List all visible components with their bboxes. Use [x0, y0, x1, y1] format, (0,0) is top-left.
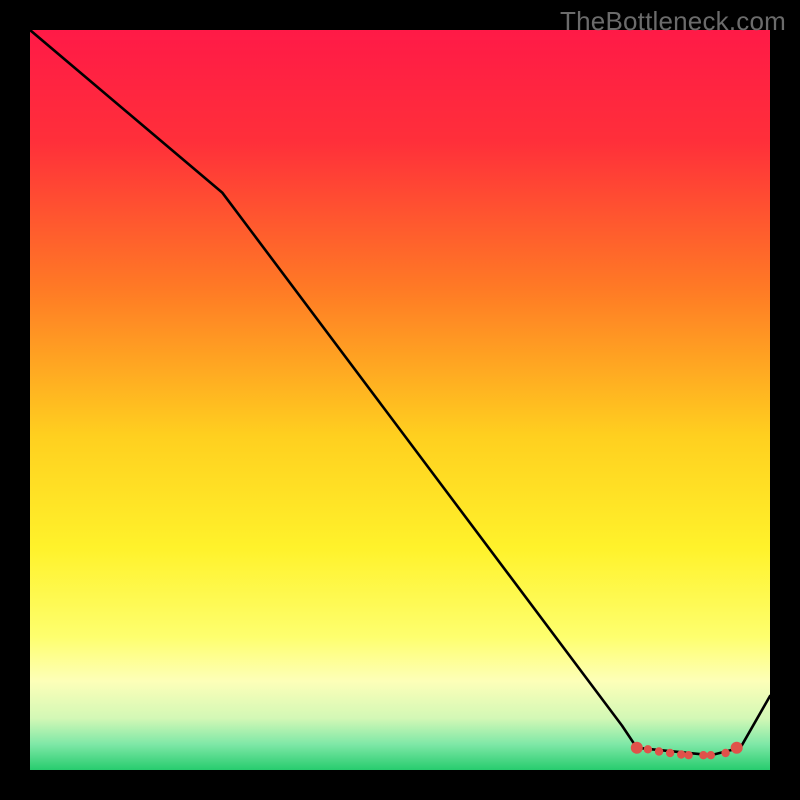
data-marker: [666, 749, 674, 757]
watermark-text: TheBottleneck.com: [560, 6, 786, 37]
data-marker: [721, 749, 729, 757]
gradient-background: [30, 30, 770, 770]
data-marker: [644, 745, 652, 753]
data-marker: [731, 742, 743, 754]
data-marker: [684, 751, 692, 759]
data-marker: [655, 747, 663, 755]
data-marker: [707, 751, 715, 759]
data-marker: [631, 742, 643, 754]
data-marker: [699, 751, 707, 759]
chart-plot-area: [30, 30, 770, 770]
chart-frame: TheBottleneck.com: [0, 0, 800, 800]
chart-svg: [30, 30, 770, 770]
data-marker: [677, 750, 685, 758]
